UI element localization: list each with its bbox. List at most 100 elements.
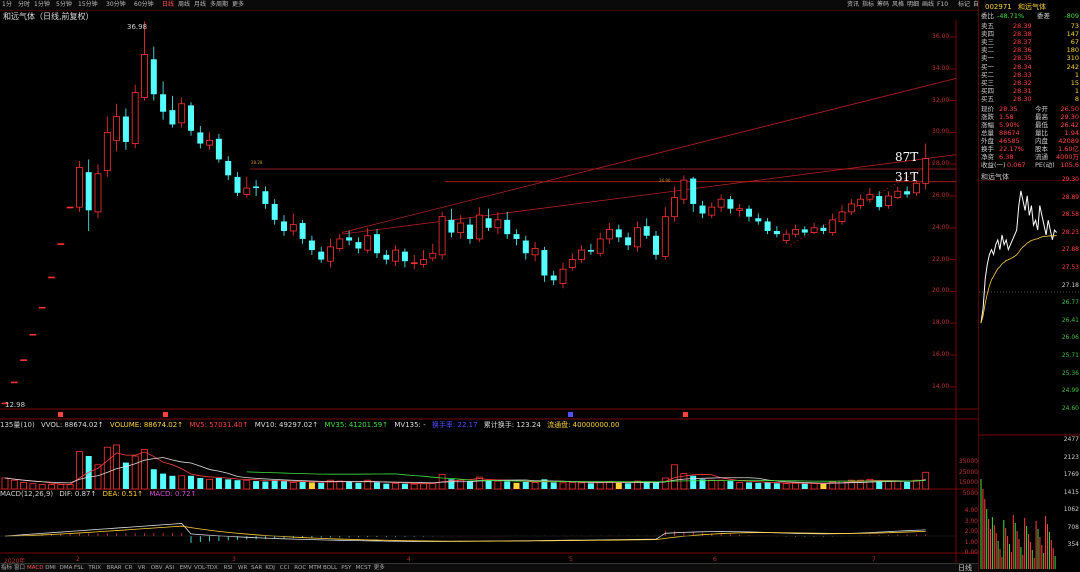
event-marker[interactable]	[58, 412, 63, 417]
stat-row: 外盘 46585 内盘 42089	[979, 137, 1080, 145]
toolbar-right-item-7[interactable]: 标记	[958, 0, 970, 10]
bid-row: 买三 28.32 15	[979, 79, 1080, 87]
candle	[587, 243, 594, 255]
toolbar-item-9[interactable]: 月线	[194, 0, 206, 10]
price-tick: 20.00	[932, 287, 950, 295]
mini-volume-tick: 2477	[1063, 436, 1079, 443]
high-price-label: 36.98	[127, 23, 148, 31]
candle	[122, 108, 129, 150]
event-marker[interactable]	[683, 412, 688, 417]
mini-volume-tick: 708	[1067, 523, 1079, 531]
mv135-value: MV135: -	[394, 421, 426, 429]
volume-bar	[773, 483, 780, 489]
stat-value: 0.067	[1007, 161, 1026, 169]
toolbar-item-0[interactable]: 1分	[2, 0, 12, 10]
price-tick: 14.00	[932, 382, 950, 390]
toolbar-right-item-6[interactable]: F10	[937, 0, 948, 10]
volume-bar	[746, 482, 752, 489]
order-ratio-row: 委比 -48.71% 委差 -809	[979, 12, 1080, 20]
volume-bar	[66, 484, 74, 490]
candle	[625, 232, 632, 251]
candle	[438, 211, 446, 260]
volume-bar	[225, 479, 232, 489]
stock-name: 和远气体	[1017, 3, 1046, 11]
stat-row: 涨跌 1.58 最高 29.30	[979, 113, 1080, 121]
candle	[653, 230, 659, 260]
volume-bar	[708, 479, 716, 490]
mini-price-tick: 28.89	[1061, 193, 1079, 201]
toolbar-item-8[interactable]: 周线	[178, 0, 190, 10]
macd-tick: 3.00	[964, 517, 978, 525]
ask-price: 28.36	[1013, 46, 1032, 54]
ask-volume: 310	[1066, 54, 1079, 62]
candle	[782, 229, 790, 244]
toolbar-item-2[interactable]: 1分钟	[34, 0, 50, 10]
candle	[355, 237, 362, 254]
toolbar-item-3[interactable]: 5分钟	[56, 0, 72, 10]
toolbar-item-7[interactable]: 日线	[162, 0, 174, 10]
ask-label: 卖二	[981, 46, 994, 54]
candle	[178, 97, 186, 128]
volume-bar	[782, 483, 790, 490]
volume-bar	[197, 478, 204, 489]
candle	[643, 218, 650, 239]
candle	[169, 95, 176, 128]
mini-price-tick: 28.58	[1061, 211, 1079, 219]
mini-price-tick: 27.18	[1061, 281, 1079, 289]
volume-bar	[103, 446, 111, 490]
event-marker[interactable]	[568, 412, 573, 417]
candle	[318, 246, 325, 263]
bid-price: 28.33	[1013, 71, 1032, 79]
kline-chart[interactable]	[0, 20, 978, 571]
candle	[392, 245, 400, 266]
volume-bar	[308, 482, 315, 489]
toolbar-item-11[interactable]: 更多	[232, 0, 244, 10]
bid-label: 买五	[981, 95, 994, 103]
volume-bar	[736, 481, 744, 490]
volume-bar	[755, 482, 762, 489]
volume-bar	[885, 481, 892, 490]
candle	[922, 143, 930, 190]
toolbar-right-item-0[interactable]: 资讯	[847, 0, 859, 10]
toolbar-right-item-4[interactable]: 明细	[907, 0, 919, 10]
candle	[531, 242, 539, 262]
candle	[578, 245, 585, 263]
candle	[661, 207, 669, 260]
price-tick: 26.00	[932, 192, 950, 199]
stat-label: 量比	[1035, 129, 1048, 137]
candle	[160, 81, 167, 120]
candle	[690, 176, 697, 212]
toolbar-item-10[interactable]: 多周期	[210, 0, 228, 10]
volume-bar	[894, 480, 902, 490]
volume-bar	[578, 482, 585, 490]
volume-bar	[727, 481, 734, 489]
mv35-value: MV35: 41201.59↑	[324, 421, 389, 429]
volume-bar	[615, 482, 622, 489]
candle	[847, 199, 855, 216]
stat-label: 流通	[1035, 153, 1048, 161]
toolbar-right-item-1[interactable]: 指标	[862, 0, 874, 10]
volume-bar	[559, 482, 567, 490]
candle	[38, 306, 46, 309]
toolbar-right-item-2[interactable]: 筹码	[877, 0, 889, 10]
toolbar-right-item-3[interactable]: 风格	[892, 0, 904, 10]
toolbar-item-6[interactable]: 60分钟	[134, 0, 154, 10]
toolbar-item-4[interactable]: 15分钟	[78, 0, 98, 10]
price-tick: 24.00	[932, 223, 950, 231]
stat-value: 28.35	[999, 105, 1018, 113]
volume-bar	[169, 475, 176, 489]
macd-tick: 4.00	[964, 507, 978, 514]
ask-row: 卖二 28.36 180	[979, 46, 1080, 54]
volume-bar	[262, 481, 269, 489]
volume-bar	[383, 483, 390, 489]
stock-header: 002971 和远气体	[979, 2, 1080, 12]
event-marker[interactable]	[163, 412, 168, 417]
candle	[792, 224, 799, 238]
candle	[810, 223, 818, 235]
volume-bar	[38, 484, 46, 490]
ask-row: 卖五 28.39 73	[979, 22, 1080, 30]
toolbar-right-item-5[interactable]: 画线	[922, 0, 934, 10]
toolbar-item-1[interactable]: 分时	[18, 0, 30, 10]
candle	[699, 200, 706, 219]
toolbar-item-5[interactable]: 30分钟	[106, 0, 126, 10]
